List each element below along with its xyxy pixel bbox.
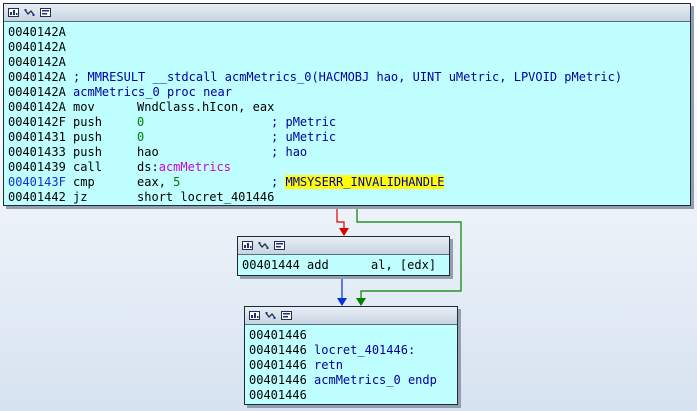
edge-unconditional-arrow [337, 298, 347, 306]
graph-color-icon[interactable] [242, 241, 253, 250]
operand[interactable]: hao [137, 145, 271, 160]
operand: eax, 5 [137, 175, 271, 190]
graph-node-icon[interactable] [281, 311, 292, 320]
mnemonic: push [73, 145, 102, 159]
graph-node-icon[interactable] [274, 241, 285, 250]
asm-line[interactable]: 00401446 [249, 388, 457, 403]
mnemonic: call [73, 160, 102, 174]
asm-line[interactable]: 0040142A acmMetrics_0 proc near [8, 85, 690, 100]
address: 00401431 [8, 130, 66, 144]
operand[interactable]: short locret_401446 [137, 190, 274, 205]
asm-line[interactable]: 00401446 retn [249, 358, 457, 373]
address: 00401444 [242, 258, 300, 272]
address: 00401442 [8, 190, 66, 204]
graph-color-icon[interactable] [8, 8, 19, 17]
address: 0040142A [8, 70, 66, 84]
mnemonic: mov [73, 100, 95, 114]
block-1-header [4, 4, 690, 22]
graph-color-icon[interactable] [249, 311, 260, 320]
operand: 0 [137, 130, 145, 144]
highlighted-constant[interactable]: MMSYSERR_INVALIDHANDLE [285, 175, 445, 189]
operand-segment: ds: [137, 160, 159, 174]
block-3-header [245, 307, 457, 325]
address: 0040143F [8, 175, 66, 189]
asm-line[interactable]: 00401446 locret_401446: [249, 343, 457, 358]
graph-layout-icon[interactable] [258, 241, 269, 250]
code-block-1[interactable]: 0040142A 0040142A 0040142A 0040142A ; MM… [3, 3, 691, 206]
asm-line[interactable]: 0040142A [8, 55, 690, 70]
proc-end: acmMetrics_0 endp [314, 373, 437, 387]
address: 00401433 [8, 145, 66, 159]
edge-true-arrow [356, 298, 366, 306]
address: 00401446 [249, 388, 307, 402]
asm-line[interactable]: 00401446 [249, 328, 457, 343]
comment: ; hao [271, 145, 308, 159]
mnemonic: push [73, 130, 102, 144]
operand: WndClass.hIcon, eax [137, 100, 275, 114]
asm-line[interactable]: 00401444 add al, [edx] [242, 258, 449, 273]
function-signature-comment: ; MMRESULT __stdcall acmMetrics_0(HACMOB… [73, 70, 623, 84]
operand: al, [edx] [371, 258, 437, 272]
edge-false-arrow [339, 228, 349, 236]
address: 00401446 [249, 328, 307, 342]
external-function-name[interactable]: acmMetrics [159, 160, 231, 174]
code-block-2[interactable]: 00401444 add al, [edx] [237, 236, 450, 276]
instruction: retn [314, 358, 343, 372]
block-2-listing: 00401444 add al, [edx] [238, 255, 449, 273]
operand: 0 [137, 115, 145, 129]
address: 00401446 [249, 343, 307, 357]
operand-immediate: 5 [173, 175, 181, 189]
graph-layout-icon[interactable] [24, 8, 35, 17]
asm-line[interactable]: 0040142F push 0 ; pMetric [8, 115, 690, 130]
operand-register: eax, [137, 175, 174, 189]
block-2-header [238, 237, 449, 255]
asm-line[interactable]: 0040142A [8, 40, 690, 55]
asm-line[interactable]: 0040142A [8, 25, 690, 40]
asm-line[interactable]: 0040142A ; MMRESULT __stdcall acmMetrics… [8, 70, 690, 85]
comment: ; pMetric [271, 115, 337, 129]
asm-line[interactable]: 0040142A mov WndClass.hIcon, eax [8, 100, 690, 115]
asm-line-current[interactable]: 0040143F cmp eax, 5; MMSYSERR_INVALIDHAND… [8, 175, 690, 190]
address: 00401446 [249, 373, 307, 387]
asm-line[interactable]: 00401431 push 0 ; uMetric [8, 130, 690, 145]
mnemonic: cmp [73, 175, 95, 189]
asm-line[interactable]: 00401442 jz short locret_401446 [8, 190, 690, 205]
address: 0040142A [8, 25, 66, 39]
label: locret_401446: [314, 343, 416, 357]
address: 0040142A [8, 85, 66, 99]
asm-line[interactable]: 00401446 acmMetrics_0 endp [249, 373, 457, 388]
comment: ; uMetric [271, 130, 337, 144]
proc-declaration: acmMetrics_0 proc near [73, 85, 232, 99]
graph-layout-icon[interactable] [265, 311, 276, 320]
block-3-listing: 00401446 00401446 locret_401446: 0040144… [245, 325, 457, 403]
code-block-3[interactable]: 00401446 00401446 locret_401446: 0040144… [244, 306, 458, 405]
address: 0040142A [8, 55, 66, 69]
asm-line[interactable]: 00401439 call ds:acmMetrics [8, 160, 690, 175]
address: 0040142A [8, 100, 66, 114]
address: 0040142A [8, 40, 66, 54]
mnemonic: push [73, 115, 102, 129]
graph-node-icon[interactable] [40, 8, 51, 17]
comment: ; [271, 175, 286, 189]
address: 00401446 [249, 358, 307, 372]
asm-line[interactable]: 00401433 push hao; hao [8, 145, 690, 160]
address: 0040142F [8, 115, 66, 129]
address: 00401439 [8, 160, 66, 174]
mnemonic: jz [73, 190, 88, 204]
block-1-listing: 0040142A 0040142A 0040142A 0040142A ; MM… [4, 22, 690, 205]
mnemonic: add [307, 258, 329, 272]
